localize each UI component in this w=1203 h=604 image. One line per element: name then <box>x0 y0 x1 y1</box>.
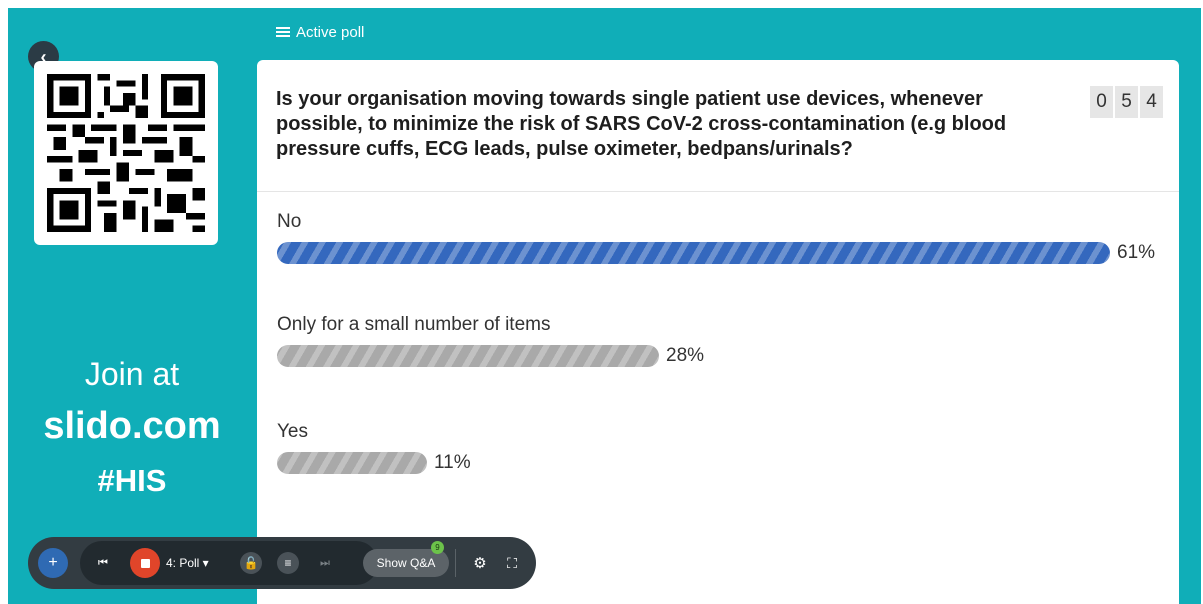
option-bar <box>277 452 427 474</box>
poll-option: Yes 11% <box>277 421 471 474</box>
qr-code-card <box>34 61 218 245</box>
active-poll-label: Active poll <box>296 24 365 41</box>
previous-icon[interactable]: ⏮ <box>94 554 112 572</box>
counter-digit: 0 <box>1090 86 1113 118</box>
join-url: slido.com <box>43 405 221 447</box>
counter-digit: 4 <box>1140 86 1163 118</box>
join-at-text: Join at <box>84 356 180 392</box>
option-percent: 11% <box>434 452 471 473</box>
option-label: Only for a small number of items <box>277 314 551 335</box>
option-bar <box>277 345 659 367</box>
qr-code-image <box>47 74 205 232</box>
poll-controls: ⏮ 4: Poll ▾ 🔓 ≡ ⏭ <box>80 541 378 585</box>
option-bar <box>277 242 1110 264</box>
poll-selector-dropdown[interactable]: 4: Poll ▾ <box>166 554 209 572</box>
results-icon[interactable]: ≡ <box>277 552 299 574</box>
poll-option: Only for a small number of items 28% <box>277 314 704 367</box>
poll-question: Is your organisation moving towards sing… <box>276 88 1007 160</box>
lock-icon[interactable]: 🔓 <box>240 552 262 574</box>
poll-card: Is your organisation moving towards sing… <box>257 60 1179 604</box>
option-label: Yes <box>277 421 308 442</box>
stop-record-button[interactable] <box>130 548 160 578</box>
settings-icon[interactable]: ⚙ <box>470 553 490 573</box>
add-button[interactable]: + <box>38 548 68 578</box>
event-code: #HIS <box>97 463 167 498</box>
active-poll-header: Active poll <box>276 24 364 41</box>
qa-count-badge: 9 <box>431 541 444 554</box>
participant-counter: 0 5 4 <box>1090 86 1163 118</box>
option-percent: 28% <box>666 345 705 366</box>
option-label: No <box>277 211 302 232</box>
toolbar-divider <box>455 549 456 577</box>
presenter-toolbar: + ⏮ 4: Poll ▾ 🔓 ≡ ⏭ Show Q&A 9 ⚙ ⛶ <box>28 537 536 589</box>
stop-icon <box>140 558 150 568</box>
next-icon[interactable]: ⏭ <box>316 554 334 572</box>
fullscreen-icon[interactable]: ⛶ <box>502 553 522 573</box>
option-percent: 61% <box>1117 242 1156 263</box>
counter-digit: 5 <box>1115 86 1138 118</box>
list-icon <box>276 27 290 38</box>
divider <box>257 191 1179 192</box>
poll-option: No 61% <box>277 211 1155 264</box>
